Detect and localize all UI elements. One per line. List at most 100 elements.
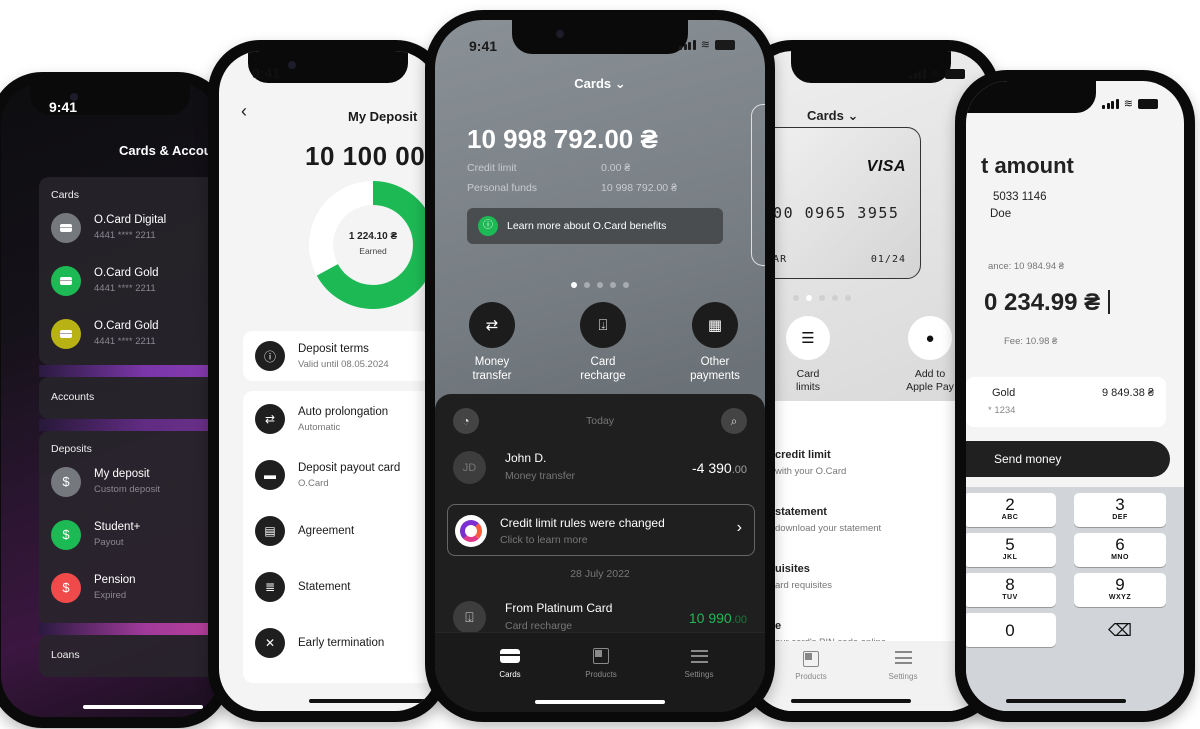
backspace-button[interactable]: ⌫ — [1074, 613, 1166, 647]
carousel-dot[interactable] — [819, 295, 825, 301]
page-title: t amount — [981, 153, 1074, 178]
document-icon: ≣ — [255, 572, 285, 602]
nav-products[interactable]: Products — [781, 651, 841, 681]
keypad-key-9[interactable]: 9 WXYZ — [1074, 573, 1166, 607]
back-button[interactable]: ‹ — [241, 101, 247, 122]
item-title: O.Card Digital — [94, 214, 167, 226]
nav-label: Products — [585, 670, 617, 679]
amount-input[interactable]: 0 234.99 ₴ — [984, 289, 1111, 317]
ocard-logo-icon — [455, 515, 487, 547]
credit-limit-notice[interactable]: Credit limit rules were changed Click to… — [447, 504, 755, 556]
next-card-peek[interactable] — [751, 104, 765, 266]
keypad-key-3[interactable]: 3 DEF — [1074, 493, 1166, 527]
carousel-dot[interactable] — [845, 295, 851, 301]
transaction-row[interactable]: JD John D. Money transfer -4 390.00 — [453, 444, 747, 494]
page-title: My Deposit — [348, 109, 418, 124]
bank-card[interactable]: tal VISA 8800 0965 3955 ONDAR 01/24 — [751, 127, 921, 279]
card-icon — [500, 649, 520, 663]
available-balance: ance: 10 984.94 ₴ — [988, 261, 1065, 272]
action-label: Card limits — [796, 368, 820, 393]
wifi-icon: ≋ — [930, 68, 940, 80]
source-card-selector[interactable]: Gold * 1234 9 849.38 ₴ — [966, 377, 1166, 427]
recipient-name: Doe — [990, 208, 1012, 220]
carousel-dot[interactable] — [597, 282, 603, 288]
signal-icon — [909, 69, 926, 79]
text-caret — [1108, 290, 1111, 314]
home-indicator[interactable] — [309, 699, 429, 703]
home-indicator[interactable] — [1006, 699, 1126, 703]
deposit-option-row[interactable]: ✕ Early termination — [243, 615, 437, 671]
carousel-dot[interactable] — [571, 282, 577, 288]
info-icon: ⓘ — [255, 341, 285, 371]
decorative-stripe — [39, 365, 219, 377]
carousel-dot[interactable] — [610, 282, 616, 288]
action-download-button[interactable]: ⍗ Card recharge — [558, 302, 648, 383]
keypad-key-6[interactable]: 6 MNO — [1074, 533, 1166, 567]
list-item[interactable]: O.Card Gold 4441 **** 2211 — [39, 307, 219, 360]
status-time: 9:41 — [252, 65, 281, 81]
deposit-option-row[interactable]: ▬ Deposit payout card O.Card — [243, 447, 437, 503]
home-indicator[interactable] — [83, 705, 203, 709]
carousel-dot[interactable] — [793, 295, 799, 301]
action-label: Other payments — [690, 356, 740, 382]
row-title: Deposit payout card — [298, 461, 401, 474]
item-subtitle: Custom deposit — [94, 484, 161, 495]
search-icon: ⌕ — [730, 413, 738, 428]
deposit-terms-row[interactable]: ⓘ Deposit terms Valid until 08.05.2024 — [243, 331, 437, 381]
action-grid-button[interactable]: ▦ Other payments — [670, 302, 760, 383]
action-transfer-button[interactable]: ⇄ Money transfer — [447, 302, 537, 383]
transaction-subtitle: Card recharge — [505, 620, 573, 632]
list-item[interactable]: $ Student+ Payout — [39, 508, 219, 561]
list-item[interactable]: O.Card Gold 4441 **** 2211 — [39, 254, 219, 307]
loans-group[interactable]: Loans — [39, 635, 219, 677]
home-indicator[interactable] — [535, 700, 665, 704]
nav-settings[interactable]: Settings — [664, 647, 734, 679]
action-sliders-button[interactable]: ☰ Card limits — [773, 316, 843, 394]
card-option-row[interactable]: statement download your statement — [775, 506, 881, 534]
earned-value: 1 224.10 ₴ — [348, 231, 398, 242]
earned-label: Earned — [359, 246, 387, 256]
dropdown-label: Cards — [574, 76, 612, 91]
key-letters: DEF — [1112, 514, 1128, 521]
deposit-option-row[interactable]: ▤ Agreement — [243, 503, 437, 559]
list-item[interactable]: $ My deposit Custom deposit — [39, 455, 219, 508]
settings-icon — [690, 649, 708, 663]
nav-products[interactable]: Products — [566, 647, 636, 679]
benefits-banner[interactable]: ⓘ Learn more about O.Card benefits — [467, 208, 723, 244]
group-label: Loans — [51, 649, 80, 661]
card-expiry: 01/24 — [870, 254, 906, 265]
nav-label: Settings — [684, 670, 714, 679]
keypad-key-8[interactable]: 8 TUV — [966, 573, 1056, 607]
cards-dropdown[interactable]: Cards ⌄ — [435, 76, 765, 92]
list-item[interactable]: O.Card Digital 4441 **** 2211 — [39, 201, 219, 254]
signal-icon — [1102, 99, 1119, 109]
card-option-row[interactable]: uisites ard requisites — [775, 563, 832, 591]
carousel-dot[interactable] — [832, 295, 838, 301]
carousel-dot[interactable] — [623, 282, 629, 288]
decorative-stripe — [39, 419, 219, 431]
send-money-button[interactable]: Send money — [966, 441, 1170, 477]
notice-title: Credit limit rules were changed — [500, 516, 665, 530]
deposit-option-row[interactable]: ⇄ Auto prolongation Automatic — [243, 391, 437, 447]
download-icon: ⍗ — [453, 601, 486, 634]
nav-label: Products — [795, 672, 827, 681]
carousel-dot[interactable] — [584, 282, 590, 288]
keypad-key-0[interactable]: 0 — [966, 613, 1056, 647]
nav-settings[interactable]: Settings — [873, 651, 933, 681]
cards-dropdown[interactable]: Cards ⌄ — [807, 108, 858, 124]
nav-cards[interactable]: Cards — [475, 647, 545, 679]
card-option-row[interactable]: credit limit with your O.Card — [775, 449, 846, 477]
list-item[interactable]: $ Pension Expired — [39, 561, 219, 614]
keypad-key-2[interactable]: 2 ABC — [966, 493, 1056, 527]
donut-center: 1 224.10 ₴ Earned — [331, 231, 415, 256]
transaction-subtitle: Money transfer — [505, 470, 576, 482]
carousel-dot[interactable] — [806, 295, 812, 301]
keypad-key-5[interactable]: 5 JKL — [966, 533, 1056, 567]
settings-icon — [894, 651, 912, 664]
personal-funds-row: Personal funds 10 998 792.00 ₴ — [467, 182, 677, 194]
deposit-option-row[interactable]: ≣ Statement — [243, 559, 437, 615]
accounts-group[interactable]: Accounts — [39, 377, 219, 419]
home-indicator[interactable] — [791, 699, 911, 703]
key-digit: 8 — [1005, 575, 1015, 594]
search-button[interactable]: ⌕ — [721, 408, 747, 434]
